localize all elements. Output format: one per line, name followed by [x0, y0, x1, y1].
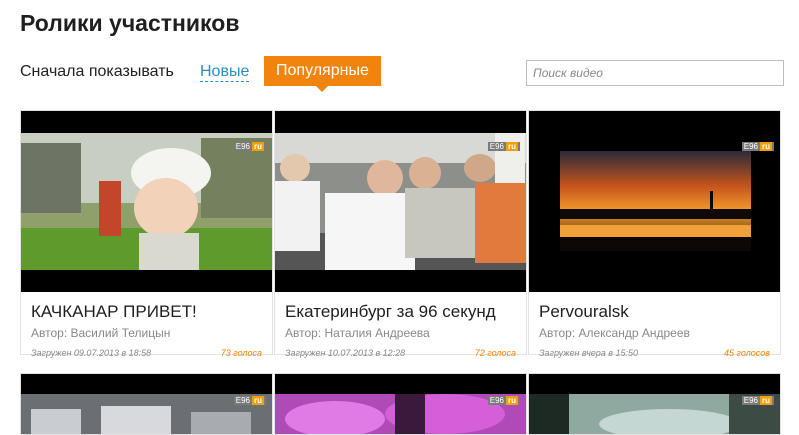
video-title[interactable]: Pervouralsk: [539, 302, 770, 322]
thumbnail-image: [21, 133, 272, 270]
video-card[interactable]: E96 ru Екатеринбург за 96 секунд Автор: Н…: [274, 110, 527, 358]
channel-badge: E96 ru: [487, 396, 520, 405]
upload-date: Загружен 10.07.2013 в 12:28: [285, 348, 406, 358]
channel-badge: E96 ru: [233, 142, 266, 151]
search-input[interactable]: [526, 60, 784, 86]
upload-date: Загружен вчера в 15:50: [539, 348, 639, 358]
sort-label: Сначала показывать: [20, 63, 174, 80]
video-card[interactable]: E96 ru Pervouralsk Автор: Александр Андре…: [528, 110, 781, 358]
channel-badge: E96 ru: [233, 396, 266, 405]
video-thumbnail[interactable]: E96 ru: [529, 374, 780, 434]
video-thumbnail[interactable]: E96 ru: [529, 111, 780, 292]
channel-badge: E96 ru: [741, 396, 774, 405]
channel-badge: E96 ru: [741, 142, 774, 151]
video-author: Автор: Наталия Андреева: [285, 326, 430, 340]
video-thumbnail[interactable]: E96 ru: [275, 111, 526, 292]
vote-count: 45 голосов: [724, 348, 770, 358]
video-author: Автор: Александр Андреев: [539, 326, 690, 340]
thumbnail-image: [275, 133, 526, 270]
video-title[interactable]: Екатеринбург за 96 секунд: [285, 302, 516, 322]
video-thumbnail[interactable]: E96 ru: [21, 374, 272, 434]
vote-count: 73 голоса: [220, 348, 262, 358]
thumbnail-image: [560, 151, 751, 251]
sort-bar: Сначала показывать Новые Популярные: [20, 56, 784, 92]
channel-badge: E96 ru: [487, 142, 520, 151]
vote-count: 72 голоса: [474, 348, 516, 358]
video-author: Автор: Василий Телицын: [31, 326, 171, 340]
video-title[interactable]: КАЧКАНАР ПРИВЕТ!: [31, 302, 262, 322]
video-thumbnail[interactable]: E96 ru: [21, 111, 272, 292]
upload-date: Загружен 09.07.2013 в 18:58: [31, 348, 152, 358]
page-title: Ролики участников: [20, 10, 240, 36]
video-thumbnail[interactable]: E96 ru: [275, 374, 526, 434]
sort-tab-popular[interactable]: Популярные: [264, 56, 381, 92]
sort-tab-new[interactable]: Новые: [200, 63, 250, 82]
video-card[interactable]: E96 ru КАЧКАНАР ПРИВЕТ! Автор: Василий Те…: [20, 110, 273, 358]
